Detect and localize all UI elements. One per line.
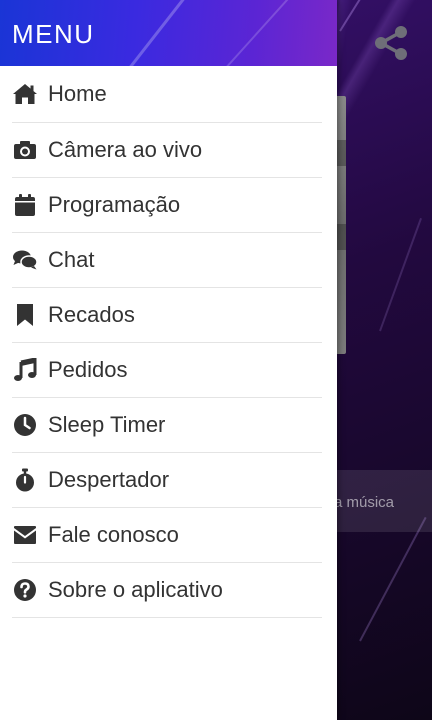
- menu-item-requests[interactable]: Pedidos: [12, 343, 322, 398]
- menu-item-label: Home: [48, 81, 107, 106]
- menu-item-label: Sobre o aplicativo: [48, 577, 223, 602]
- navigation-drawer: MENU Home Câmera ao vivo Programação Cha…: [0, 0, 337, 720]
- question-icon: [12, 577, 38, 603]
- stopwatch-icon: [12, 467, 38, 493]
- clock-icon: [12, 412, 38, 438]
- drawer-menu: Home Câmera ao vivo Programação Chat Rec…: [0, 66, 337, 618]
- menu-item-messages[interactable]: Recados: [12, 288, 322, 343]
- camera-icon: [12, 137, 38, 163]
- drawer-title: MENU: [12, 19, 95, 49]
- drawer-header: MENU: [0, 0, 337, 66]
- menu-item-contact[interactable]: Fale conosco: [12, 508, 322, 563]
- bookmark-icon: [12, 302, 38, 328]
- menu-item-label: Programação: [48, 192, 181, 217]
- share-icon: [375, 26, 407, 60]
- share-button[interactable]: [372, 24, 412, 64]
- menu-item-alarm[interactable]: Despertador: [12, 453, 322, 508]
- menu-item-chat[interactable]: Chat: [12, 233, 322, 288]
- music-icon: [12, 357, 38, 383]
- menu-item-about[interactable]: Sobre o aplicativo: [12, 563, 322, 618]
- background-decoration: [379, 217, 422, 332]
- menu-item-sleep-timer[interactable]: Sleep Timer: [12, 398, 322, 453]
- calendar-icon: [12, 192, 38, 218]
- background-player-text: a música: [334, 494, 395, 511]
- menu-item-label: Fale conosco: [48, 522, 179, 547]
- home-icon: [12, 81, 38, 107]
- menu-item-label: Despertador: [48, 467, 170, 492]
- menu-item-camera[interactable]: Câmera ao vivo: [12, 123, 322, 178]
- chat-icon: [12, 247, 38, 273]
- envelope-icon: [12, 522, 38, 548]
- menu-item-schedule[interactable]: Programação: [12, 178, 322, 233]
- menu-item-label: Chat: [48, 247, 95, 272]
- menu-item-label: Sleep Timer: [48, 412, 166, 437]
- menu-item-label: Pedidos: [48, 357, 128, 382]
- menu-item-home[interactable]: Home: [12, 66, 322, 123]
- menu-item-label: Recados: [48, 302, 135, 327]
- menu-item-label: Câmera ao vivo: [48, 137, 203, 162]
- background-decoration: [359, 516, 427, 642]
